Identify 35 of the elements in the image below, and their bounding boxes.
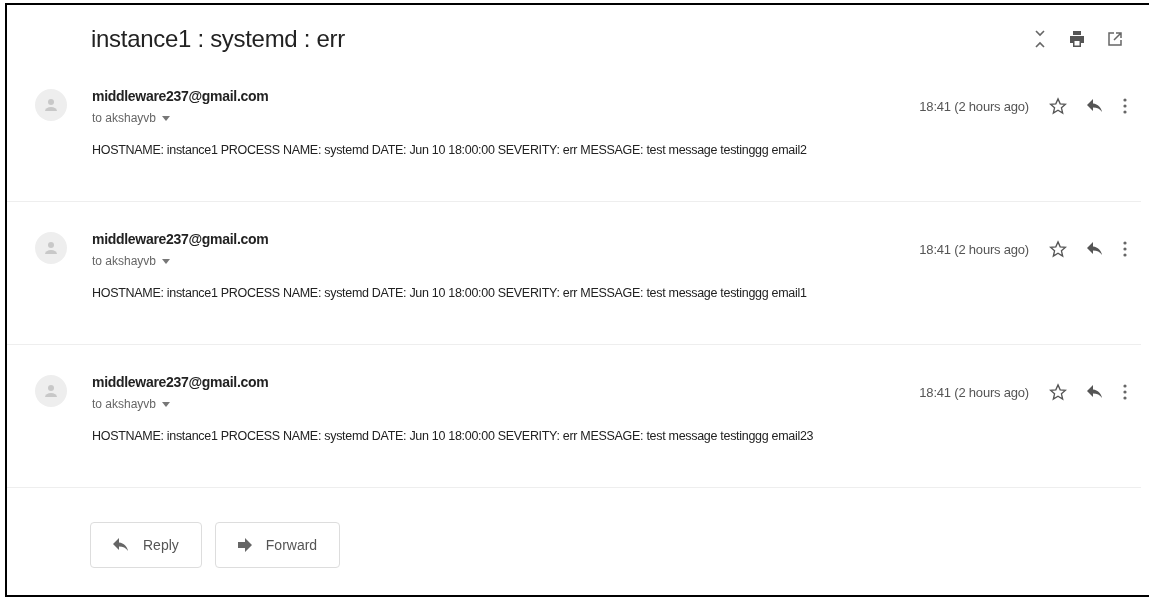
timestamp: 18:41 (2 hours ago) <box>919 241 1029 257</box>
print-icon[interactable] <box>1069 30 1085 48</box>
dropdown-caret-icon[interactable] <box>162 401 171 407</box>
dropdown-caret-icon[interactable] <box>162 258 171 264</box>
reply-icon[interactable] <box>1087 385 1103 399</box>
more-options-icon[interactable] <box>1123 384 1127 400</box>
message-body: HOSTNAME: instance1 PROCESS NAME: systemd DATE: Jun 10 18:00:00 SEVERITY: err MESSAGE: test message testinggg email23 <box>92 429 815 443</box>
timestamp: 18:41 (2 hours ago) <box>919 98 1029 114</box>
message-body: HOSTNAME: instance1 PROCESS NAME: systemd DATE: Jun 10 18:00:00 SEVERITY: err MESSAGE: test message testinggg email2 <box>92 143 808 157</box>
email-subject: instance1 : systemd : err <box>91 25 346 53</box>
recipient-label: to akshayvb <box>92 397 157 411</box>
star-icon[interactable] <box>1049 97 1067 115</box>
reply-icon[interactable] <box>1087 99 1103 113</box>
sender-address: middleware237@gmail.com <box>92 374 269 390</box>
dropdown-caret-icon[interactable] <box>162 115 171 121</box>
reply-icon <box>113 538 129 552</box>
collapse-icon[interactable] <box>1033 29 1047 49</box>
more-options-icon[interactable] <box>1123 241 1127 257</box>
timestamp: 18:41 (2 hours ago) <box>919 384 1029 400</box>
external-link-icon[interactable] <box>1107 31 1123 47</box>
recipient-label: to akshayvb <box>92 111 157 125</box>
recipient-label: to akshayvb <box>92 254 157 268</box>
sender-address: middleware237@gmail.com <box>92 88 269 104</box>
forward-arrow-icon <box>237 538 252 552</box>
avatar-icon <box>35 89 67 121</box>
sender-address: middleware237@gmail.com <box>92 231 269 247</box>
star-icon[interactable] <box>1049 383 1067 401</box>
forward-button[interactable]: Forward <box>214 522 341 568</box>
more-options-icon[interactable] <box>1123 98 1127 114</box>
star-icon[interactable] <box>1049 240 1067 258</box>
reply-icon[interactable] <box>1087 242 1103 256</box>
avatar-icon <box>35 232 67 264</box>
reply-button[interactable]: Reply <box>90 522 202 568</box>
message-body: HOSTNAME: instance1 PROCESS NAME: systemd DATE: Jun 10 18:00:00 SEVERITY: err MESSAGE: test message testinggg email1 <box>92 286 808 300</box>
avatar-icon <box>35 375 67 407</box>
